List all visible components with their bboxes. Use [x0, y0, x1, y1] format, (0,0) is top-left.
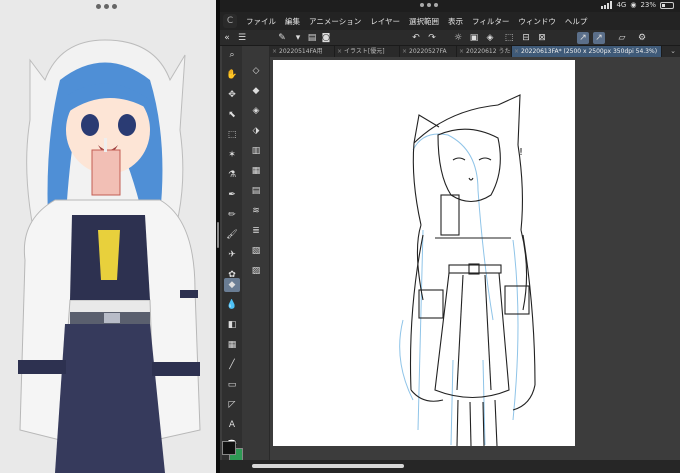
transform-icon[interactable]: ▣ — [468, 32, 480, 44]
document-tab-bar: × 20220514FA用 × イラスト[優元] × 20220527FA × 2022… — [270, 46, 680, 57]
menu-filter[interactable]: フィルター — [472, 16, 509, 27]
menu-animation[interactable]: アニメーション — [309, 16, 361, 27]
subtool-eraser-soft-icon[interactable]: ◈ — [248, 104, 264, 118]
snap-special-icon[interactable]: ↗ — [593, 32, 605, 44]
menu-bar: C ファイル 編集 アニメーション レイヤー 選択範囲 表示 フィルター ウィン… — [220, 12, 680, 30]
tool-fill-icon[interactable]: ◧ — [224, 318, 240, 332]
tool-frame-icon[interactable]: ▭ — [224, 378, 240, 392]
doc-tab[interactable]: × 20220612 うた — [457, 46, 512, 57]
tool-eraser-icon[interactable]: ◆ — [224, 278, 240, 292]
panel-collapse-icon[interactable]: « — [223, 32, 231, 44]
doc-tab[interactable]: × 20220527FA — [400, 46, 457, 57]
sub-tool-palette: ◇ ◆ ◈ ⬗ ▥ ▦ ▤ ≋ ≣ ▧ ▨ — [242, 46, 270, 473]
subtool-layer-prop-icon[interactable]: ≣ — [248, 224, 264, 238]
battery-label: 23% — [640, 1, 656, 9]
menu-view[interactable]: 表示 — [448, 16, 463, 27]
tool-selection-icon[interactable]: ⬚ — [224, 128, 240, 142]
battery-icon — [660, 1, 674, 9]
subtool-layer-stack-icon[interactable]: ≋ — [248, 204, 264, 218]
doc-tab[interactable]: × 20220514FA用 — [270, 46, 335, 57]
subtool-eraser-hard-icon[interactable]: ◆ — [248, 84, 264, 98]
multitasking-handle-right[interactable] — [420, 3, 438, 7]
subtool-grid-icon[interactable]: ▦ — [248, 164, 264, 178]
redo-icon[interactable]: ↷ — [426, 32, 438, 44]
assets-icon[interactable]: ◙ — [320, 32, 332, 44]
canvas-workspace[interactable]: ! — [270, 57, 680, 460]
tool-zoom-icon[interactable]: ⌕ — [224, 48, 240, 62]
doc-tab[interactable]: × イラスト[優元] — [335, 46, 400, 57]
bottom-strip — [220, 460, 680, 473]
snap-ruler-icon[interactable]: ↗ — [577, 32, 589, 44]
app-logo-icon[interactable]: C — [223, 14, 237, 28]
show-selection-icon[interactable]: ⊠ — [536, 32, 548, 44]
undo-icon[interactable]: ↶ — [410, 32, 422, 44]
signal-icon — [601, 1, 613, 9]
new-icon[interactable]: ✎ — [276, 32, 288, 44]
menu-icon[interactable]: ☰ — [236, 32, 248, 44]
menu-edit[interactable]: 編集 — [285, 16, 300, 27]
reference-image-pane[interactable] — [0, 0, 216, 473]
command-bar: « ☰ ✎ ▾ ▤ ◙ ↶ ↷ ☼ ▣ ◈ ⬚ ⊟ ⊠ ↗ ↗ ▱ ⚙ — [220, 30, 680, 46]
tool-eyedropper-icon[interactable]: ⚗ — [224, 168, 240, 182]
lineart-drawing: ! — [399, 94, 536, 447]
clip-studio-app: 4G ◉ 23% C ファイル 編集 アニメーション レイヤー 選択範囲 表示 … — [220, 0, 680, 473]
deselect-icon[interactable]: ⬚ — [503, 32, 515, 44]
screen: 4G ◉ 23% C ファイル 編集 アニメーション レイヤー 選択範囲 表示 … — [0, 0, 680, 473]
snap-grid-icon[interactable]: ▱ — [616, 32, 628, 44]
save-icon[interactable]: ▤ — [306, 32, 318, 44]
tool-figure-icon[interactable]: ╱ — [224, 358, 240, 372]
tool-gradient-icon[interactable]: ▦ — [224, 338, 240, 352]
status-indicators: 4G ◉ 23% — [601, 1, 674, 9]
tool-auto-select-icon[interactable]: ✶ — [224, 148, 240, 162]
subtool-layers-icon[interactable]: ▥ — [248, 144, 264, 158]
crop-icon[interactable]: ⊟ — [520, 32, 532, 44]
doc-tab-active[interactable]: × 20220613FA* (2500 x 2500px 350dpi 54.3%… — [512, 46, 662, 57]
location-icon: ◉ — [630, 1, 637, 9]
drawing-canvas[interactable]: ! — [273, 60, 575, 447]
tool-ruler-icon[interactable]: ◸ — [224, 398, 240, 412]
tab-dropdown-icon[interactable]: ⌄ — [670, 46, 676, 57]
home-indicator[interactable] — [252, 464, 404, 468]
annotation-exclamation: ! — [519, 147, 523, 158]
foreground-color-swatch[interactable] — [222, 441, 236, 455]
fill-icon[interactable]: ◈ — [484, 32, 496, 44]
subtool-eraser-icon[interactable]: ◇ — [248, 64, 264, 78]
tool-airbrush-icon[interactable]: ✈ — [224, 248, 240, 262]
subtool-vector-eraser-icon[interactable]: ⬗ — [248, 124, 264, 138]
reference-illustration — [0, 0, 216, 473]
menu-help[interactable]: ヘルプ — [565, 16, 588, 27]
open-icon[interactable]: ▾ — [292, 32, 304, 44]
tool-operation-icon[interactable]: ⬉ — [224, 108, 240, 122]
menu-file[interactable]: ファイル — [246, 16, 276, 27]
multitasking-handle[interactable] — [96, 4, 117, 9]
tool-hand-icon[interactable]: ✋ — [224, 68, 240, 82]
subtool-navigator-icon[interactable]: ▧ — [248, 244, 264, 258]
settings-icon[interactable]: ⚙ — [636, 32, 648, 44]
tool-pen-icon[interactable]: ✒ — [224, 188, 240, 202]
split-divider-grip[interactable] — [217, 222, 219, 248]
carrier-label: 4G — [616, 1, 627, 9]
tool-pencil-icon[interactable]: ✏ — [224, 208, 240, 222]
menu-window[interactable]: ウィンドウ — [518, 16, 556, 27]
tool-palette: ⌕ ✋ ✥ ⬉ ⬚ ✶ ⚗ ✒ ✏ 🖌 ✈ ✿ ◆ 💧 ◧ ▦ ╱ ▭ ◸ A … — [222, 46, 242, 473]
status-bar: 4G ◉ 23% — [220, 0, 680, 12]
subtool-panel-icon[interactable]: ▤ — [248, 184, 264, 198]
tool-brush-icon[interactable]: 🖌 — [224, 228, 240, 242]
tool-text-icon[interactable]: A — [224, 418, 240, 432]
subtool-material-icon[interactable]: ▨ — [248, 264, 264, 278]
tool-blend-icon[interactable]: 💧 — [224, 298, 240, 312]
clear-icon[interactable]: ☼ — [452, 32, 464, 44]
menu-selection[interactable]: 選択範囲 — [409, 16, 439, 27]
menu-layer[interactable]: レイヤー — [370, 16, 400, 27]
tool-move-icon[interactable]: ✥ — [224, 88, 240, 102]
